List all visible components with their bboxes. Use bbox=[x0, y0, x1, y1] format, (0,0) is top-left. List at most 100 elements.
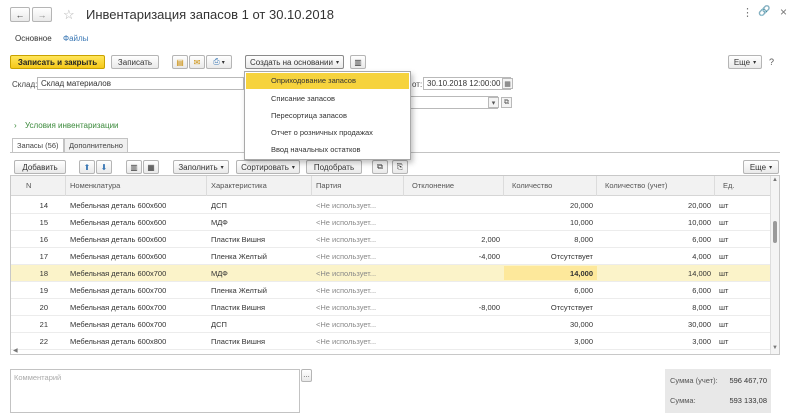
cell-item[interactable]: Мебельная деталь 600х700 bbox=[66, 299, 207, 316]
copy-button[interactable]: ⧉ bbox=[372, 160, 388, 174]
cell-unit[interactable]: шт bbox=[715, 299, 771, 316]
cell-batch[interactable]: <Не использует... bbox=[312, 214, 404, 231]
cell-qty[interactable]: 14,000 bbox=[504, 265, 597, 282]
cell-n[interactable]: 20 bbox=[11, 299, 66, 316]
dropdown-item-regrade[interactable]: Пересортица запасов bbox=[246, 108, 409, 124]
close-icon[interactable]: × bbox=[780, 5, 787, 19]
table-row[interactable]: 17 Мебельная деталь 600х600 Пленка Желтый <… bbox=[11, 248, 771, 265]
col-header-deviation[interactable]: Отклонение bbox=[404, 176, 504, 196]
cell-n[interactable]: 15 bbox=[11, 214, 66, 231]
cell-unit[interactable]: шт bbox=[715, 282, 771, 299]
cell-item[interactable]: Мебельная деталь 600х600 bbox=[66, 231, 207, 248]
dropdown-item-writeoff[interactable]: Списание запасов bbox=[246, 91, 409, 107]
cell-batch[interactable]: <Не использует... bbox=[312, 231, 404, 248]
save-button[interactable]: Записать bbox=[111, 55, 159, 69]
cell-deviation[interactable] bbox=[404, 214, 504, 231]
more-vert-icon[interactable]: ⋮ bbox=[742, 6, 753, 19]
warehouse-field[interactable]: Склад материалов bbox=[37, 77, 244, 90]
cell-batch[interactable]: <Не использует... bbox=[312, 265, 404, 282]
cell-qty-acc[interactable]: 14,000 bbox=[597, 265, 715, 282]
cell-qty[interactable]: Отсутствует bbox=[504, 299, 597, 316]
col-header-char[interactable]: Характеристика bbox=[207, 176, 312, 196]
cell-unit[interactable]: шт bbox=[715, 214, 771, 231]
cell-deviation[interactable] bbox=[404, 333, 504, 350]
cell-char[interactable]: Пленка Желтый bbox=[207, 248, 312, 265]
cell-qty-acc[interactable]: 30,000 bbox=[597, 316, 715, 333]
table-row[interactable]: 15 Мебельная деталь 600х600 МДФ <Не использ… bbox=[11, 214, 771, 231]
cell-qty-acc[interactable]: 4,000 bbox=[597, 248, 715, 265]
scroll-down-icon[interactable]: ▼ bbox=[772, 345, 778, 351]
cell-deviation[interactable]: -8,000 bbox=[404, 299, 504, 316]
cell-char[interactable]: ДСП bbox=[207, 316, 312, 333]
cell-batch[interactable]: <Не использует... bbox=[312, 248, 404, 265]
cell-n[interactable]: 14 bbox=[11, 197, 66, 214]
col-header-batch[interactable]: Партия bbox=[312, 176, 404, 196]
cell-n[interactable]: 18 bbox=[11, 265, 66, 282]
cell-n[interactable]: 19 bbox=[11, 282, 66, 299]
col-header-item[interactable]: Номенклатура bbox=[66, 176, 207, 196]
cell-batch[interactable]: <Не использует... bbox=[312, 299, 404, 316]
paste-button[interactable]: ⎘ bbox=[392, 160, 408, 174]
create-based-button[interactable]: Создать на основании ▾ bbox=[245, 55, 344, 69]
cell-unit[interactable]: шт bbox=[715, 197, 771, 214]
col-header-n[interactable]: N bbox=[11, 176, 66, 196]
cell-char[interactable]: МДФ bbox=[207, 265, 312, 282]
cell-batch[interactable]: <Не использует... bbox=[312, 197, 404, 214]
open-link-icon[interactable]: ⧉ bbox=[501, 97, 512, 108]
cell-qty[interactable]: 6,000 bbox=[504, 282, 597, 299]
stock-table[interactable]: N Номенклатура Характеристика Партия Отк… bbox=[10, 175, 780, 355]
cell-unit[interactable]: шт bbox=[715, 265, 771, 282]
cell-deviation[interactable] bbox=[404, 197, 504, 214]
cell-n[interactable]: 16 bbox=[11, 231, 66, 248]
cell-qty[interactable]: 3,000 bbox=[504, 333, 597, 350]
table-row[interactable]: 21 Мебельная деталь 600х700 ДСП <Не использ… bbox=[11, 316, 771, 333]
add-button[interactable]: Добавить bbox=[14, 160, 66, 174]
cell-item[interactable]: Мебельная деталь 600х600 bbox=[66, 197, 207, 214]
cell-deviation[interactable] bbox=[404, 265, 504, 282]
cell-char[interactable]: ДСП bbox=[207, 197, 312, 214]
cell-char[interactable]: Пластик Вишня bbox=[207, 231, 312, 248]
cell-item[interactable]: Мебельная деталь 600х700 bbox=[66, 265, 207, 282]
col-header-qty-acc[interactable]: Количество (учет) bbox=[597, 176, 715, 196]
link-icon[interactable]: 🔗 bbox=[758, 6, 770, 17]
cell-batch[interactable]: <Не использует... bbox=[312, 282, 404, 299]
cell-n[interactable]: 21 bbox=[11, 316, 66, 333]
cell-qty[interactable]: 20,000 bbox=[504, 197, 597, 214]
table-row[interactable]: 19 Мебельная деталь 600х700 Пленка Желтый <… bbox=[11, 282, 771, 299]
move-down-button[interactable]: ⬇ bbox=[96, 160, 112, 174]
post-and-close-button[interactable]: Записать и закрыть bbox=[10, 55, 105, 69]
tab-stock[interactable]: Запасы (56) bbox=[12, 138, 64, 152]
cell-unit[interactable]: шт bbox=[715, 333, 771, 350]
h-scroll-left-icon[interactable]: ◀ bbox=[13, 347, 18, 354]
cell-item[interactable]: Мебельная деталь 600х800 bbox=[66, 333, 207, 350]
cell-qty[interactable]: Отсутствует bbox=[504, 248, 597, 265]
fill-button[interactable]: Заполнить ▾ bbox=[173, 160, 229, 174]
scan-button[interactable]: ▦ bbox=[143, 160, 159, 174]
cell-deviation[interactable] bbox=[404, 316, 504, 333]
comment-field[interactable]: Комментарий bbox=[10, 369, 300, 413]
cell-qty-acc[interactable]: 6,000 bbox=[597, 231, 715, 248]
conditions-link[interactable]: Условия инвентаризации bbox=[25, 121, 119, 130]
scroll-up-icon[interactable]: ▲ bbox=[772, 177, 778, 183]
cell-deviation[interactable]: -4,000 bbox=[404, 248, 504, 265]
cell-qty-acc[interactable]: 8,000 bbox=[597, 299, 715, 316]
dropdown-item-retail-report[interactable]: Отчет о розничных продажах bbox=[246, 125, 409, 141]
select-button[interactable]: Подобрать bbox=[306, 160, 362, 174]
col-header-unit[interactable]: Ед. bbox=[715, 176, 771, 196]
cell-qty[interactable]: 30,000 bbox=[504, 316, 597, 333]
cell-deviation[interactable] bbox=[404, 282, 504, 299]
report-button[interactable]: ▥ bbox=[350, 55, 366, 69]
cell-unit[interactable]: шт bbox=[715, 231, 771, 248]
cell-char[interactable]: Пластик Вишня bbox=[207, 299, 312, 316]
table-row[interactable]: 22 Мебельная деталь 600х800 Пластик Вишня <… bbox=[11, 333, 771, 350]
cell-batch[interactable]: <Не использует... bbox=[312, 333, 404, 350]
cell-n[interactable]: 22 bbox=[11, 333, 66, 350]
conditions-chevron-icon[interactable]: › bbox=[14, 121, 17, 130]
move-up-button[interactable]: ⬆ bbox=[79, 160, 95, 174]
col-header-qty[interactable]: Количество bbox=[504, 176, 597, 196]
date-field[interactable]: 30.10.2018 12:00:00 bbox=[423, 77, 511, 90]
cell-deviation[interactable]: 2,000 bbox=[404, 231, 504, 248]
cell-char[interactable]: Пленка Желтый bbox=[207, 282, 312, 299]
cell-qty[interactable]: 8,000 bbox=[504, 231, 597, 248]
cell-item[interactable]: Мебельная деталь 600х700 bbox=[66, 316, 207, 333]
